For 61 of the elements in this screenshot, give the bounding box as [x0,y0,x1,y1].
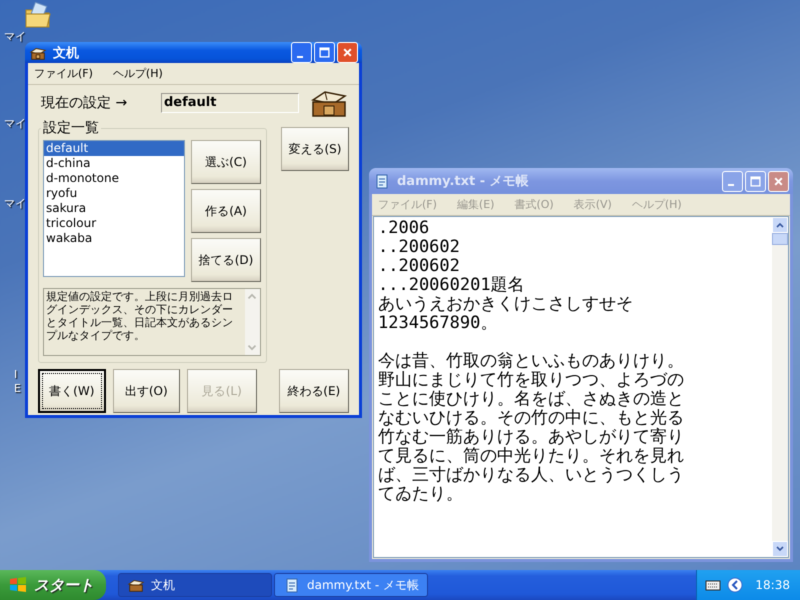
list-item[interactable]: default [44,141,184,156]
keyboard-icon[interactable] [705,579,722,591]
text-line: てゐたり。 [378,485,464,504]
list-item[interactable]: ryofu [44,186,184,201]
text-line: 野山にまじりて竹を取りつつ、よろづの [378,371,685,390]
text-line: 今は昔、竹取の翁といふものありけり。 [378,352,685,371]
scroll-up-button[interactable] [772,217,788,233]
folder-icon[interactable] [24,2,52,30]
group-title: 設定一覧 [42,119,100,137]
change-button[interactable]: 変える(S) [281,127,349,171]
text-line: ば、三寸ばかりなる人、いとうつくしう [378,466,685,485]
action-button[interactable]: 出す(O) [112,369,180,413]
list-item[interactable]: d-china [44,156,184,171]
action-button[interactable]: 捨てる(D) [191,238,261,282]
text-line: ..200602 [378,238,461,257]
text-line: 1234567890。 [378,314,498,333]
menu-item[interactable]: ヘルプ(H) [112,66,163,81]
taskbar-button[interactable]: dammy.txt - メモ帳 [274,573,428,597]
menu-item[interactable]: ファイル(F) [34,66,93,81]
text-line: て見るに、筒の中光りたり。それを見れ [378,447,685,466]
maximize-icon [319,47,330,58]
minimize-button[interactable] [291,42,312,63]
minimize-icon [296,56,302,58]
exit-button[interactable]: 終わる(E) [278,369,349,413]
desk-icon [127,577,145,593]
description-text: 規定値の設定です。上段に月別過去ログインデックス、その下にカレンダーとタイトル一覧、日記本文があるシンプルなタイプです。 [45,289,234,344]
text-line: .2006 [378,219,430,238]
window-title: 文机 [53,44,79,62]
text-line: なむいひける。その竹の中に、もと光る [378,409,685,428]
action-button[interactable]: 作る(A) [191,189,261,233]
close-button[interactable] [337,42,358,63]
taskbar-button[interactable]: 文机 [118,573,272,597]
text-line: ...20060201題名 [378,276,526,295]
minimize-icon [728,184,734,186]
chevron-left-icon[interactable] [727,577,744,593]
text-line: ..200602 [378,257,461,276]
current-setting-label: 現在の設定 → [40,94,128,112]
action-button[interactable]: 選ぶ(C) [191,140,261,184]
desktop-icon-label[interactable]: マイ [4,197,26,211]
text-line: 竹なむ一筋ありける。あやしがりて寄り [378,428,685,447]
maximize-icon [750,176,761,186]
action-button[interactable]: 書く(W) [38,369,106,413]
start-button[interactable]: スタート [0,570,106,600]
close-icon [773,176,784,186]
text-line: あいうえおかきくけこさしすせそ [378,295,634,314]
desktop-icon-label[interactable]: マイ [4,117,26,131]
desktop-icon-label[interactable]: マイ [4,30,26,44]
text-line: ことに使ひけり。名をば、さぬきの造と [378,390,685,409]
current-setting-field: default [161,93,299,113]
maximize-button[interactable] [314,42,335,63]
windows-flag-icon [8,575,28,595]
desktop-icon-label[interactable]: I E [14,368,21,396]
window-title: dammy.txt - メモ帳 [397,173,529,190]
list-item[interactable]: sakura [44,201,184,216]
scroll-down-button[interactable] [772,541,788,557]
clock: 18:38 [755,578,790,592]
list-item[interactable]: tricolour [44,216,184,231]
list-item[interactable]: d-monotone [44,171,184,186]
list-item[interactable]: wakaba [44,231,184,246]
close-icon [342,47,353,58]
scroll-thumb[interactable] [772,233,788,245]
